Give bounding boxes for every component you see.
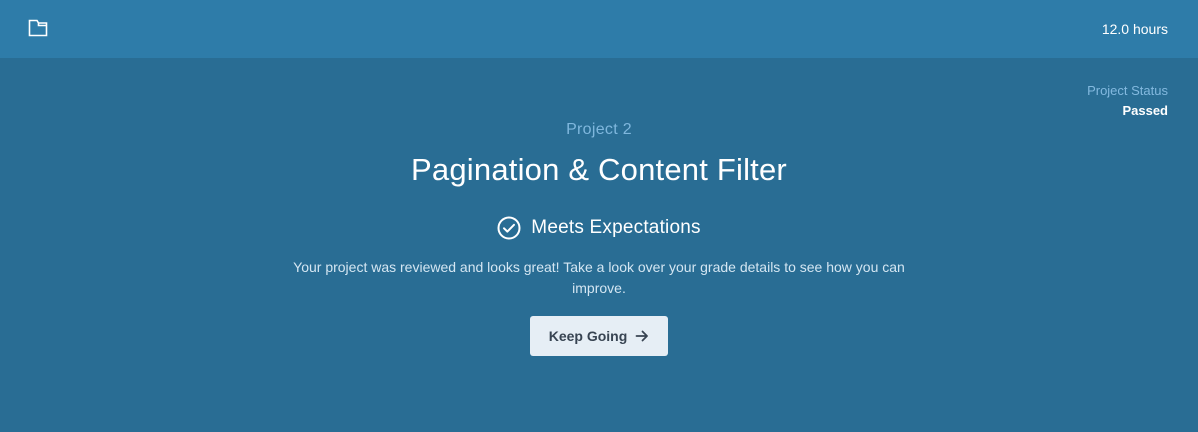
check-circle-icon bbox=[497, 216, 521, 240]
keep-going-label: Keep Going bbox=[548, 328, 628, 344]
status-label: Project Status bbox=[1087, 83, 1168, 98]
project-status: Project Status Passed bbox=[1087, 83, 1168, 120]
review-message: Your project was reviewed and looks grea… bbox=[293, 259, 905, 296]
hours-label: 12.0 hours bbox=[1101, 21, 1168, 37]
project-number: Project 2 bbox=[566, 121, 632, 138]
top-bar: 12.0 hours bbox=[0, 0, 1198, 58]
status-value: Passed bbox=[1122, 103, 1168, 118]
page-title: Pagination & Content Filter bbox=[411, 152, 787, 187]
folder-icon[interactable] bbox=[28, 19, 48, 37]
arrow-right-icon bbox=[635, 329, 649, 343]
project-summary: Project 2 Pagination & Content Filter Me… bbox=[0, 120, 1198, 356]
main-panel: Project Status Passed Project 2 Paginati… bbox=[0, 58, 1198, 432]
result-row: Meets Expectations bbox=[497, 216, 701, 240]
result-label: Meets Expectations bbox=[531, 217, 701, 238]
keep-going-button[interactable]: Keep Going bbox=[530, 316, 668, 356]
